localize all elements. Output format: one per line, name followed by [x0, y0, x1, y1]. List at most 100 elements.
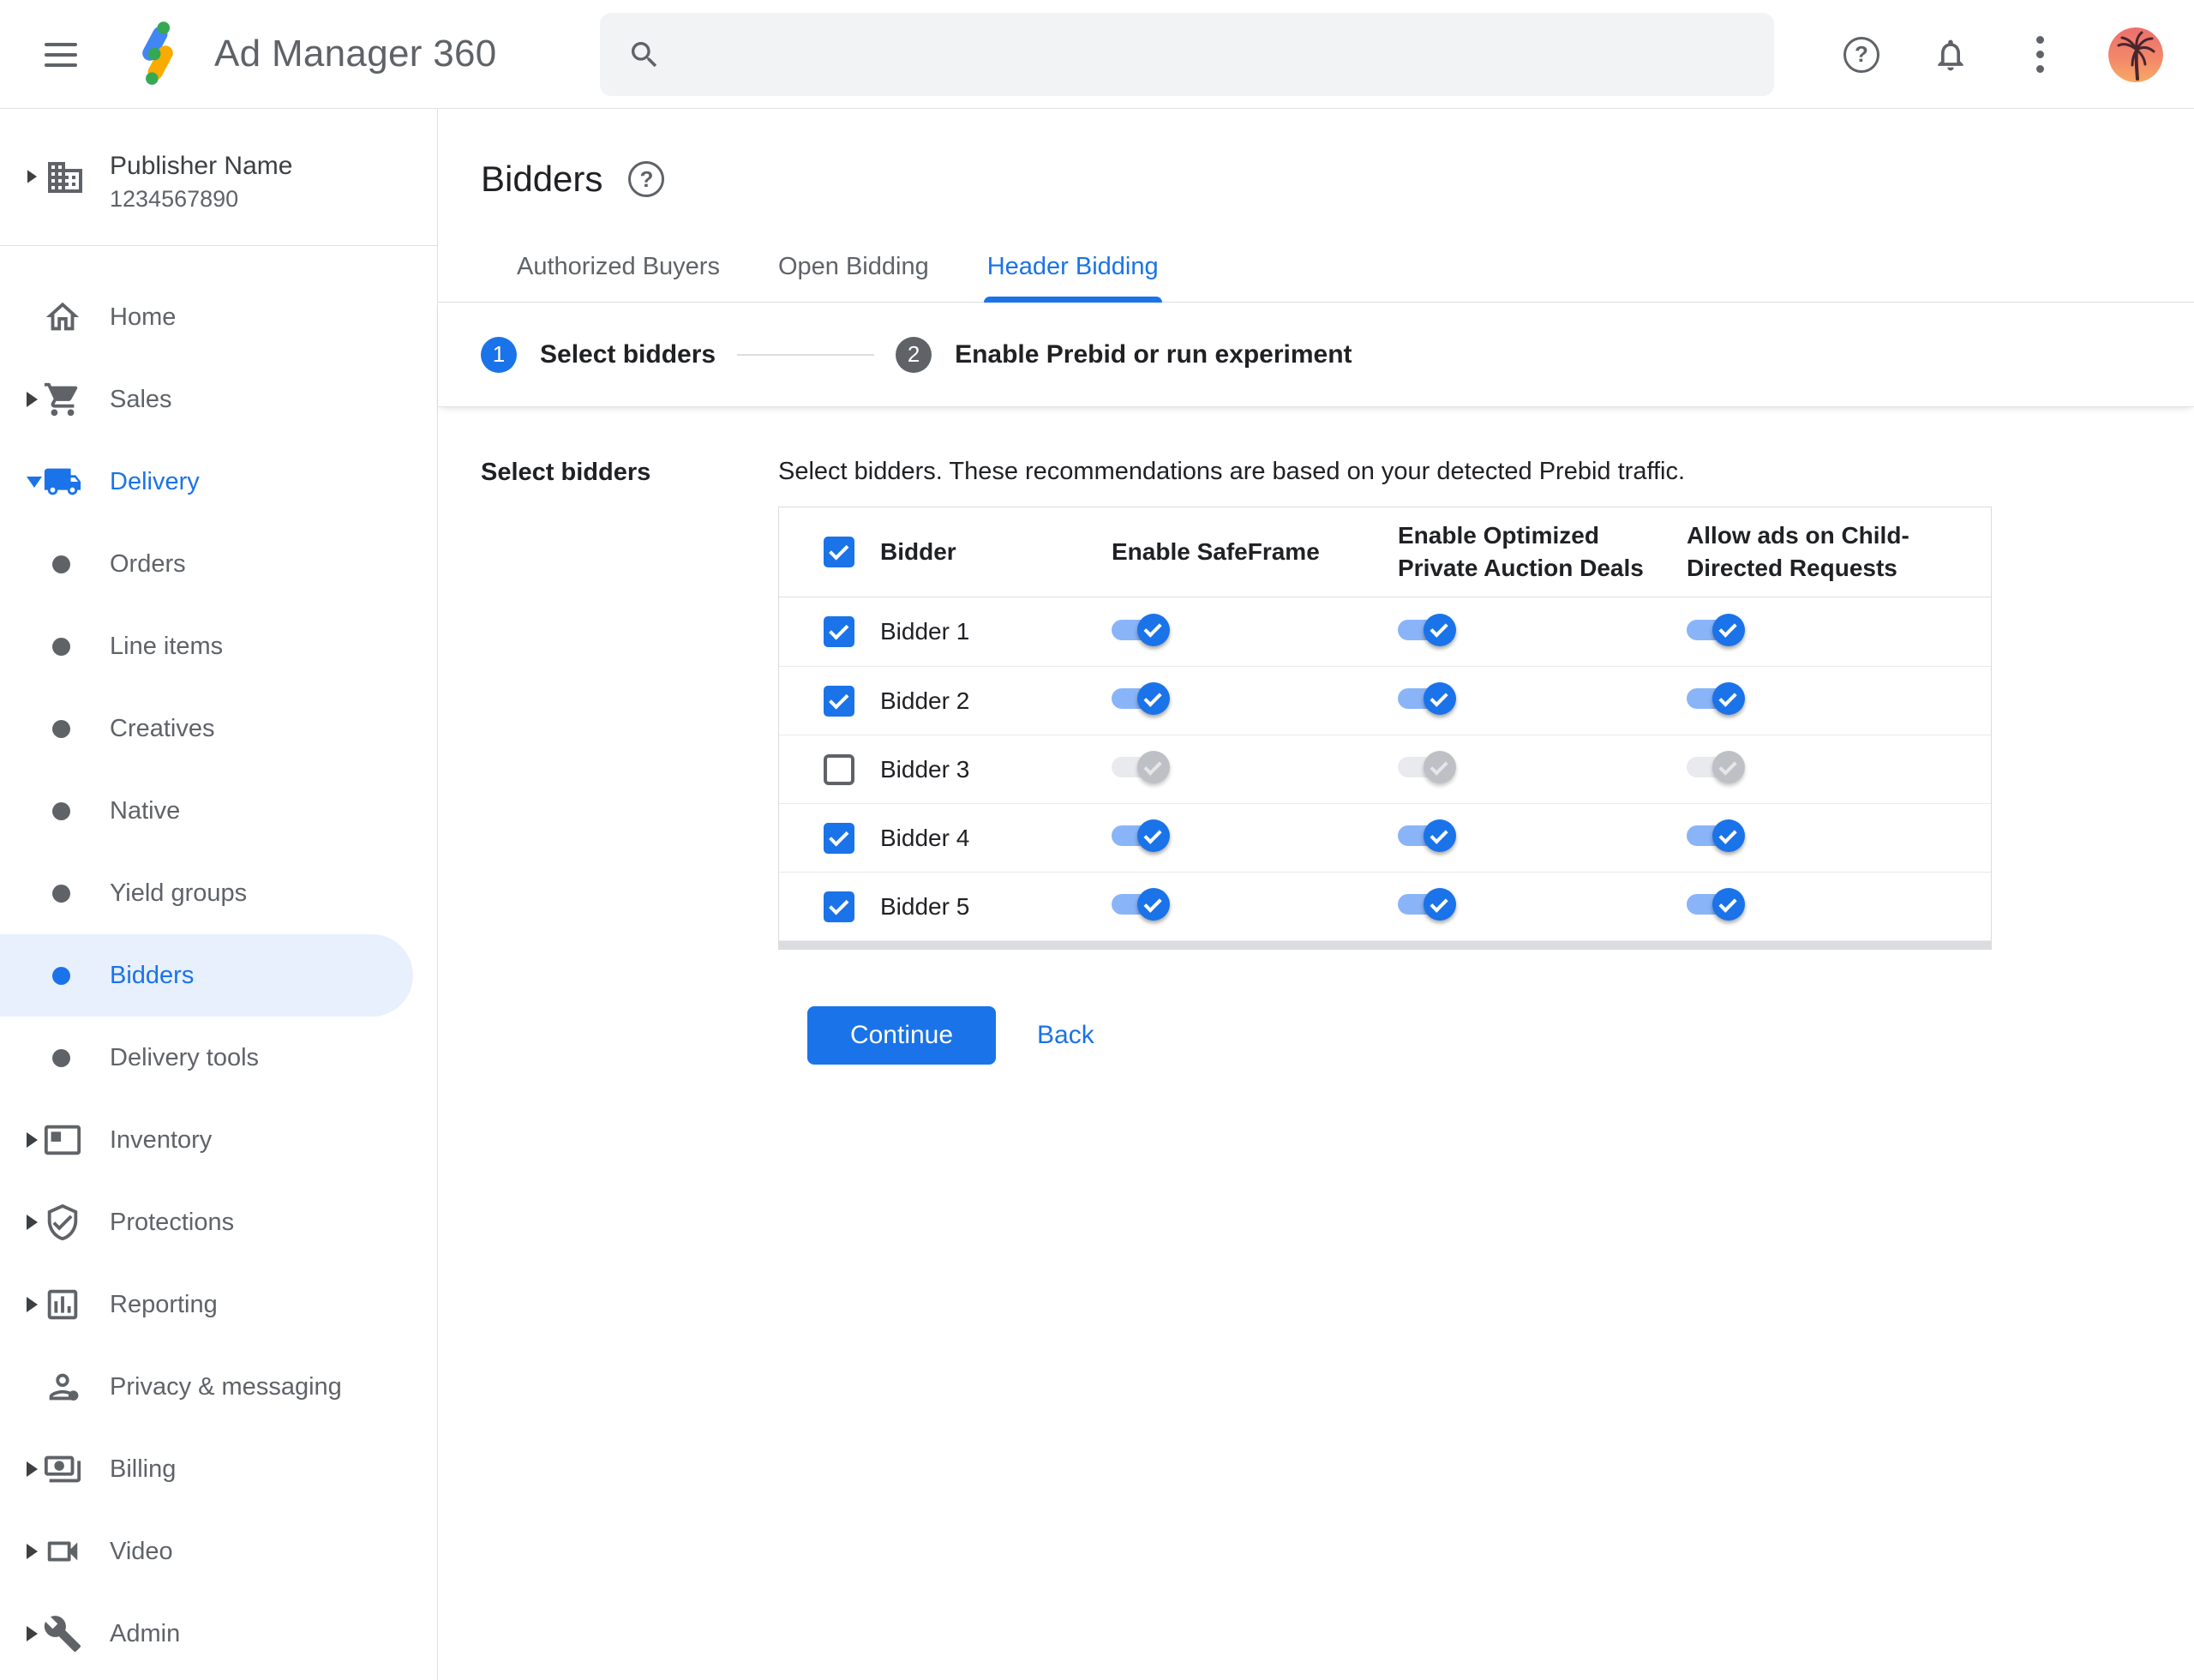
sidebar-item-delivery-tools[interactable]: Delivery tools	[0, 1017, 437, 1099]
sidebar-item-creatives[interactable]: Creatives	[0, 687, 437, 770]
safeframe-toggle[interactable]	[1112, 613, 1170, 646]
chevron-right-icon	[27, 170, 38, 183]
app-title: Ad Manager 360	[214, 33, 497, 75]
sidebar-item-label: Reporting	[110, 1290, 218, 1318]
more-vert-icon	[2035, 36, 2044, 73]
sidebar-item-protections[interactable]: Protections	[0, 1181, 437, 1263]
main-content: Bidders Authorized Buyers Open Bidding H…	[438, 109, 2194, 1680]
row-checkbox[interactable]	[824, 616, 854, 647]
row-checkbox[interactable]	[824, 753, 854, 785]
safeframe-toggle	[1112, 751, 1170, 783]
sidebar-item-inventory[interactable]: Inventory	[0, 1099, 437, 1181]
wizard-stepper: 1 Select bidders 2 Enable Prebid or run …	[438, 303, 2194, 407]
top-app-bar: Ad Manager 360	[0, 0, 2194, 109]
optimized-deals-toggle[interactable]	[1398, 888, 1456, 921]
sidebar: Publisher Name 1234567890 Home Sales Del…	[0, 109, 438, 1680]
chevron-right-icon	[27, 1461, 38, 1477]
publisher-name: Publisher Name	[110, 152, 293, 180]
optimized-deals-toggle[interactable]	[1398, 682, 1456, 715]
column-header: Enable SafeFrame	[1112, 538, 1320, 565]
truck-icon	[43, 462, 82, 501]
sidebar-item-admin[interactable]: Admin	[0, 1593, 437, 1675]
back-link[interactable]: Back	[1037, 1021, 1094, 1050]
sidebar-item-bidders[interactable]: Bidders	[0, 934, 413, 1017]
section-label: Select bidders	[481, 459, 651, 486]
tab-header-bidding[interactable]: Header Bidding	[958, 253, 1188, 303]
child-directed-toggle[interactable]	[1687, 819, 1745, 852]
step-select-bidders[interactable]: 1 Select bidders	[481, 336, 716, 373]
child-directed-toggle[interactable]	[1687, 888, 1745, 921]
section-description: Select bidders. These recommendations ar…	[778, 458, 1686, 485]
tab-open-bidding[interactable]: Open Bidding	[749, 253, 958, 302]
sidebar-item-label: Inventory	[110, 1125, 213, 1154]
safeframe-toggle[interactable]	[1112, 682, 1170, 715]
bullet-icon	[52, 884, 70, 903]
sidebar-item-line-items[interactable]: Line items	[0, 605, 437, 687]
chevron-down-icon	[27, 476, 42, 488]
sidebar-item-label: Delivery tools	[110, 1043, 260, 1071]
row-checkbox[interactable]	[824, 685, 854, 717]
building-icon	[45, 157, 86, 198]
child-directed-toggle[interactable]	[1687, 613, 1745, 646]
notifications-button[interactable]	[1930, 34, 1971, 75]
optimized-deals-toggle[interactable]	[1398, 613, 1456, 646]
sidebar-item-native[interactable]: Native	[0, 770, 437, 852]
sidebar-item-yield-groups[interactable]: Yield groups	[0, 852, 437, 934]
step-enable-prebid[interactable]: 2 Enable Prebid or run experiment	[896, 336, 1352, 373]
bullet-icon	[52, 719, 70, 738]
bidders-table: Bidder Enable SafeFrame Enable Optimized…	[778, 507, 1992, 950]
table-row-bidder-1: Bidder 1	[779, 597, 1991, 666]
bidder-name: Bidder 4	[880, 824, 970, 851]
help-button[interactable]	[1841, 34, 1882, 75]
bullet-icon	[52, 555, 70, 573]
column-header: Enable Optimized Private Auction Deals	[1398, 522, 1644, 581]
notifications-icon	[1932, 36, 1969, 74]
search-bar[interactable]	[600, 13, 1774, 96]
child-directed-toggle[interactable]	[1687, 682, 1745, 715]
sidebar-item-home[interactable]: Home	[0, 276, 437, 358]
bullet-icon	[52, 801, 70, 820]
continue-button[interactable]: Continue	[807, 1006, 996, 1065]
sidebar-item-label: Privacy & messaging	[110, 1372, 342, 1401]
optimized-deals-toggle[interactable]	[1398, 819, 1456, 852]
sidebar-item-billing[interactable]: Billing	[0, 1428, 437, 1510]
sidebar-item-reporting[interactable]: Reporting	[0, 1263, 437, 1346]
sidebar-item-label: Sales	[110, 385, 172, 413]
sidebar-item-privacy-messaging[interactable]: Privacy & messaging	[0, 1346, 437, 1428]
report-icon	[43, 1285, 82, 1324]
sidebar-item-label: Creatives	[110, 714, 215, 742]
menu-icon[interactable]	[45, 38, 79, 72]
table-bottom-border	[779, 940, 1991, 949]
safeframe-toggle[interactable]	[1112, 819, 1170, 852]
row-checkbox[interactable]	[824, 822, 854, 854]
table-body: Bidder 1 Bidder 2 Bidder 3 Bidder 4 Bidd…	[779, 597, 1991, 940]
publisher-id: 1234567890	[110, 186, 239, 212]
sidebar-item-video[interactable]: Video	[0, 1510, 437, 1593]
select-all-checkbox[interactable]	[824, 537, 854, 567]
sidebar-item-orders[interactable]: Orders	[0, 523, 437, 605]
search-icon	[627, 38, 662, 72]
publisher-switcher[interactable]: Publisher Name 1234567890	[0, 109, 437, 246]
table-row-bidder-5: Bidder 5	[779, 872, 1991, 940]
step-number-badge: 2	[896, 336, 932, 373]
more-options-button[interactable]	[2019, 34, 2060, 75]
chevron-right-icon	[27, 1215, 38, 1230]
bidder-name: Bidder 3	[880, 755, 970, 783]
shield-icon	[43, 1203, 82, 1242]
cart-icon	[43, 380, 82, 419]
table-row-bidder-3: Bidder 3	[779, 735, 1991, 803]
sidebar-item-sales[interactable]: Sales	[0, 358, 437, 441]
search-input[interactable]	[686, 28, 1774, 81]
row-checkbox[interactable]	[824, 891, 854, 922]
step-connector	[737, 353, 875, 356]
sidebar-item-label: Delivery	[110, 467, 200, 495]
safeframe-toggle[interactable]	[1112, 888, 1170, 921]
help-icon	[628, 161, 665, 197]
avatar[interactable]	[2108, 27, 2163, 82]
sidebar-item-label: Video	[110, 1537, 173, 1565]
bidder-name: Bidder 2	[880, 687, 970, 714]
tab-authorized-buyers[interactable]: Authorized Buyers	[488, 253, 749, 302]
bullet-icon	[52, 1048, 70, 1067]
sidebar-item-delivery[interactable]: Delivery	[0, 441, 437, 523]
page-help-button[interactable]	[628, 161, 665, 197]
